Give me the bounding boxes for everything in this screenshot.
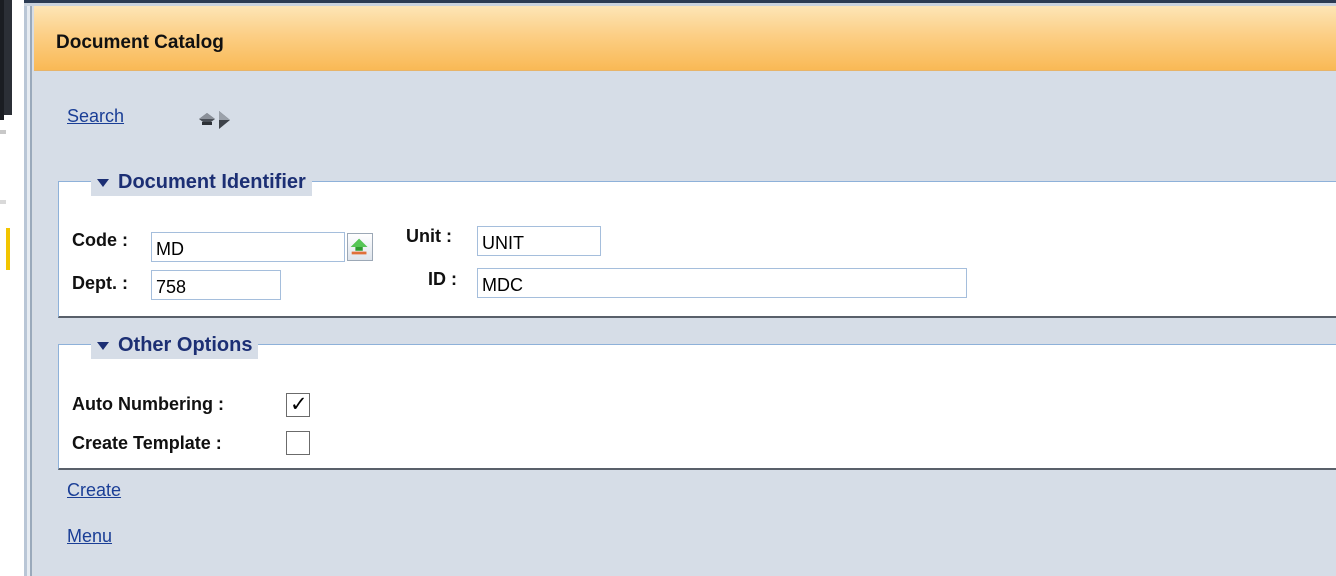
search-link[interactable]: Search	[67, 106, 124, 127]
document-identifier-section: Document Identifier Code : Unit : Dept. …	[58, 168, 1336, 318]
arrow-left-icon[interactable]	[199, 113, 215, 125]
create-template-checkbox[interactable]	[286, 431, 310, 455]
title-bar: Document Catalog	[34, 6, 1336, 71]
other-options-header[interactable]: Other Options	[91, 331, 259, 359]
id-field[interactable]	[477, 268, 967, 298]
page-title: Document Catalog	[56, 32, 224, 53]
other-options-section: Other Options Auto Numbering : ✓ Create …	[58, 331, 1336, 470]
collapse-triangle-icon[interactable]	[97, 179, 109, 187]
prev-next-arrows-icon[interactable]	[197, 110, 247, 130]
dept-label: Dept. :	[72, 273, 128, 293]
left-yellow-mark	[6, 228, 10, 270]
code-field[interactable]	[151, 232, 345, 262]
upload-arrow-icon	[350, 238, 368, 255]
left-blue-border	[24, 0, 34, 576]
window-left-chrome	[0, 0, 34, 576]
auto-numbering-checkbox[interactable]: ✓	[286, 392, 310, 417]
code-lookup-button[interactable]	[347, 233, 373, 261]
auto-numbering-label: Auto Numbering :	[72, 394, 224, 414]
collapse-triangle-icon[interactable]	[97, 342, 109, 350]
code-label: Code :	[72, 230, 128, 250]
main-panel: Document Catalog Search Document Identif…	[34, 6, 1336, 576]
document-identifier-header[interactable]: Document Identifier	[91, 168, 312, 196]
other-options-legend: Other Options	[118, 333, 253, 356]
create-template-label: Create Template :	[72, 433, 222, 453]
create-link[interactable]: Create	[67, 480, 121, 501]
checkmark-icon: ✓	[290, 392, 308, 416]
arrow-right-icon[interactable]	[219, 111, 230, 129]
unit-label: Unit :	[406, 226, 452, 246]
id-label: ID :	[428, 269, 457, 289]
menu-link[interactable]: Menu	[67, 526, 112, 547]
left-dark-strip-accent	[0, 0, 4, 120]
document-identifier-legend: Document Identifier	[118, 170, 306, 193]
dept-field[interactable]	[151, 270, 281, 300]
unit-field[interactable]	[477, 226, 601, 256]
